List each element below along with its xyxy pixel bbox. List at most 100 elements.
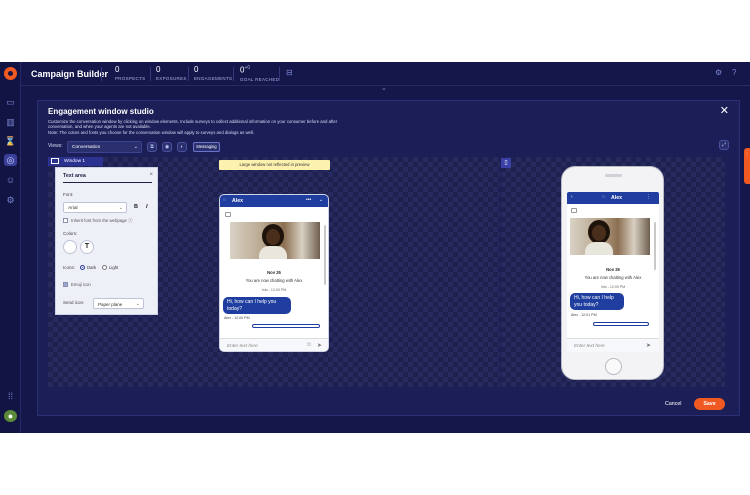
send-icon-label: Send icon:	[63, 300, 85, 305]
chat-input[interactable]: Enter text here ☺ ➤	[220, 338, 328, 351]
desktop-chat-window: ◌ Alex ••• ⌄ Nov 25 You are now chatting…	[219, 194, 329, 352]
info-icon[interactable]: ⊟	[286, 68, 293, 77]
icons-dark-label: Dark	[87, 265, 97, 270]
app-title: Campaign Builder	[31, 69, 109, 79]
send-icon-dropdown[interactable]: Paper plane ⌄	[93, 298, 144, 309]
more-icon[interactable]: ⋮	[646, 194, 651, 200]
mobile-icon[interactable]: ▯	[501, 158, 511, 168]
stat-value: 0+0	[240, 65, 279, 75]
views-dropdown[interactable]: Conversation ⌄	[67, 141, 142, 153]
agent-bubble: Hi, how can I help you today?	[570, 293, 624, 310]
bubble-meta: Alex - 12:01 PM	[571, 313, 597, 317]
modal-title: Engagement window studio	[48, 107, 154, 116]
scrollbar[interactable]	[654, 222, 656, 270]
settings-icon[interactable]: ⚙	[4, 194, 17, 206]
chat-input[interactable]: Enter text here ➤	[567, 338, 659, 352]
more-icon[interactable]: •••	[306, 197, 311, 203]
agent-photo	[230, 222, 320, 259]
phone-home-button	[605, 358, 622, 375]
trophy-icon[interactable]: ⌛	[4, 135, 17, 147]
italic-button[interactable]: I	[146, 204, 148, 210]
inherit-font-checkbox[interactable]	[63, 218, 68, 223]
chevron-down-icon[interactable]: ⌄	[319, 197, 323, 203]
consumer-bubble	[593, 322, 649, 326]
chevron-down-icon: ⌄	[118, 205, 123, 211]
apps-icon[interactable]: ⁞⁞	[4, 390, 17, 402]
stat-goal-reached: 0+0 GOAL REACHED	[240, 65, 279, 82]
text-color-swatch[interactable]: T	[80, 240, 94, 254]
chart-icon[interactable]: ▥	[4, 116, 17, 128]
input-placeholder: Enter text here	[227, 343, 258, 348]
emoji-icon[interactable]: ☺	[306, 342, 312, 348]
record-icon[interactable]: ◉	[162, 142, 172, 152]
modal-description: Customize the conversation window by cli…	[48, 119, 408, 135]
gear-icon[interactable]: ⚙	[715, 68, 722, 77]
divider	[150, 67, 151, 81]
side-panel-handle[interactable]: ⋮	[744, 148, 750, 184]
agent-photo	[570, 218, 650, 255]
emoji-icon-checkbox[interactable]	[63, 282, 68, 287]
photo-face	[266, 229, 280, 245]
info-icon: ⓘ	[128, 218, 133, 223]
brand-logo-icon	[4, 67, 17, 80]
tab-window-label: Window 1	[64, 159, 86, 164]
icons-light-label: Light	[109, 265, 119, 270]
chat-date: Nov 25	[267, 270, 281, 275]
style-icon[interactable]: ◐	[177, 142, 187, 152]
stat-value-sup: +0	[244, 65, 251, 71]
avatar[interactable]: ●	[4, 410, 17, 422]
send-icon[interactable]: ➤	[317, 342, 322, 349]
chat-date: Nov 25	[606, 267, 620, 272]
close-icon[interactable]: ×	[149, 172, 153, 178]
font-value: Arial	[68, 206, 78, 211]
font-dropdown[interactable]: Arial ⌄	[63, 202, 127, 213]
system-message: You are now chatting with Alex	[584, 275, 642, 280]
stat-value: 0	[115, 65, 120, 74]
close-icon[interactable]: ✕	[720, 104, 729, 117]
photo-face	[592, 225, 606, 241]
divider	[101, 67, 102, 81]
app-root: ▭ ▥ ⌛ ◎ ☺ ⚙ ⁞⁞ ● Campaign Builder 0 PROS…	[0, 62, 750, 433]
description-line: Note: The colors and fonts you choose fo…	[48, 129, 255, 135]
preview-warning: Large window not reflected in preview	[219, 160, 330, 170]
text-area-panel: Text area × Font: Arial ⌄ B I Inherit fo…	[55, 167, 158, 315]
icons-light-radio[interactable]	[102, 265, 107, 270]
divider	[233, 67, 234, 81]
stat-label: EXPOSURES	[156, 76, 187, 81]
engagement-window-studio: Engagement window studio ✕ Customize the…	[37, 100, 740, 416]
photo-body	[585, 242, 613, 255]
image-icon	[571, 208, 577, 213]
chevron-down-icon[interactable]: ⌄	[381, 84, 387, 92]
divider	[279, 67, 280, 81]
inherit-font-text: Inherit font from the webpage	[71, 218, 127, 223]
chevron-down-icon: ⌄	[135, 301, 140, 307]
system-meta: Info - 12:00 PM	[600, 285, 626, 289]
help-icon[interactable]: ?	[732, 68, 736, 77]
stat-label: ENGAGEMENTS	[194, 76, 233, 81]
campaign-icon[interactable]: ◎	[4, 154, 17, 166]
cancel-button[interactable]: Cancel	[665, 401, 682, 407]
divider	[188, 67, 189, 81]
font-label: Font:	[63, 192, 74, 197]
expand-icon[interactable]: ⤢	[719, 140, 729, 150]
chat-header[interactable]: ‹ ◌ Alex ⋮	[567, 192, 659, 204]
copy-icon[interactable]: ⧉	[147, 142, 157, 152]
bold-button[interactable]: B	[134, 204, 138, 210]
icons-label: Icons:	[63, 265, 76, 270]
back-icon[interactable]: ‹	[571, 194, 573, 200]
save-button[interactable]: Save	[694, 398, 725, 410]
chat-header[interactable]: ◌ Alex ••• ⌄	[220, 195, 328, 207]
background-color-swatch[interactable]	[63, 240, 77, 254]
tab-window-1[interactable]: Window 1	[48, 157, 103, 166]
stat-value: 0	[156, 65, 161, 74]
phone-frame: ‹ ◌ Alex ⋮ Nov 25 You are now chatting w…	[561, 166, 664, 380]
messaging-button[interactable]: Messaging	[193, 142, 220, 152]
icons-dark-radio[interactable]	[80, 265, 85, 270]
smile-icon[interactable]: ☺	[4, 174, 17, 186]
agent-name: Alex	[611, 195, 622, 201]
agent-name: Alex	[232, 198, 243, 204]
send-icon[interactable]: ➤	[646, 342, 651, 349]
system-meta: Info - 12:00 PM	[261, 288, 287, 292]
scrollbar[interactable]	[324, 225, 326, 285]
chat-icon[interactable]: ▭	[4, 96, 17, 108]
